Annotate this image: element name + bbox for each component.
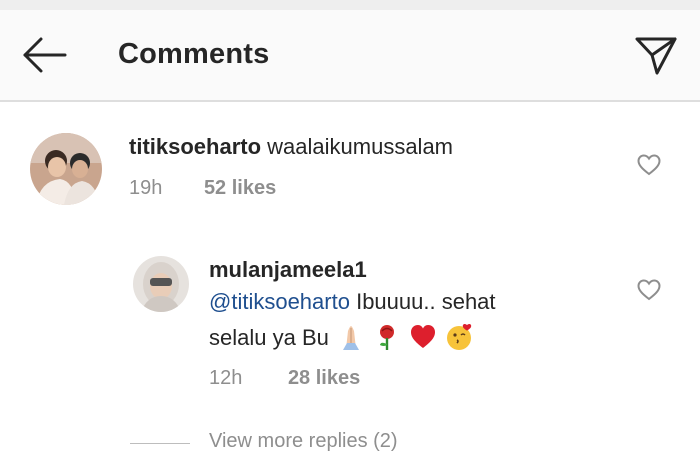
app-header: Comments [0, 10, 700, 102]
comment-time: 19h [129, 177, 163, 199]
comment-meta: 19h 52 likes [129, 177, 276, 200]
comment-username[interactable]: mulanjameela1 [209, 257, 367, 282]
comment-time: 12h [209, 367, 243, 389]
comment-body: waalaikumussalam [267, 134, 454, 159]
reply-username-line: mulanjameela1 [209, 255, 367, 285]
replies-divider [130, 443, 190, 444]
view-more-replies-button[interactable]: View more replies (2) [209, 430, 398, 453]
comment-username[interactable]: titiksoeharto [129, 134, 261, 159]
comment-likes[interactable]: 52 likes [204, 177, 276, 199]
like-button[interactable] [636, 153, 662, 177]
folded-hands-icon [342, 326, 359, 350]
comment-body: Ibuuuu.. sehat [356, 289, 496, 314]
status-bar [0, 0, 700, 10]
avatar[interactable] [133, 256, 189, 312]
arrow-left-icon [23, 37, 67, 73]
rose-icon [380, 325, 395, 350]
red-heart-icon [411, 325, 436, 348]
like-button[interactable] [636, 278, 662, 302]
comment-text: titiksoeharto waalaikumussalam [129, 132, 453, 162]
reply-text-line1: @titiksoeharto Ibuuuu.. sehat [209, 287, 496, 317]
reply-text-line2: selalu ya Bu [209, 323, 473, 353]
share-button[interactable] [628, 32, 684, 80]
comment-body: selalu ya Bu [209, 325, 329, 350]
reply-meta: 12h 28 likes [209, 367, 360, 390]
mention-link[interactable]: @titiksoeharto [209, 289, 350, 314]
avatar[interactable] [30, 133, 102, 205]
page-title: Comments [118, 38, 270, 70]
paper-plane-icon [635, 37, 677, 75]
kissing-face-icon [447, 323, 472, 350]
back-button[interactable] [16, 32, 72, 78]
heart-icon [637, 154, 661, 176]
heart-icon [637, 279, 661, 301]
comment-likes[interactable]: 28 likes [288, 367, 360, 389]
